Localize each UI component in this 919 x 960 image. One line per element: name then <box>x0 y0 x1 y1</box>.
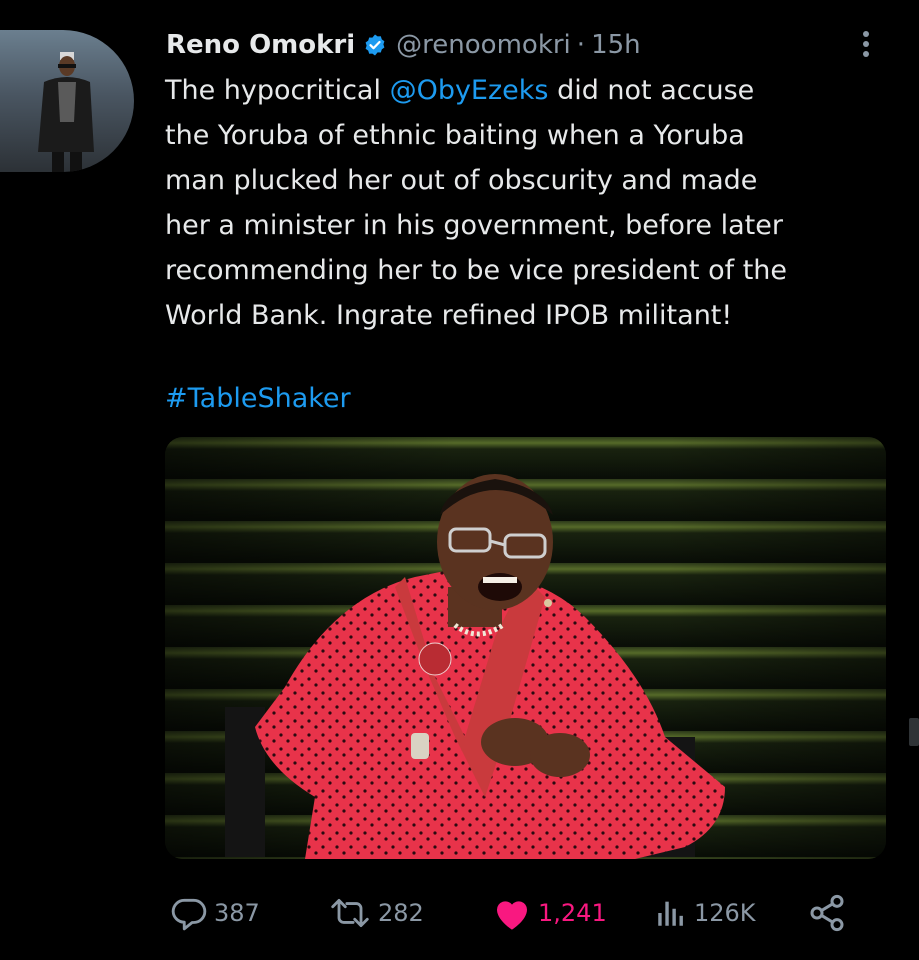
tweet-text: The hypocritical @ObyEzeks did not accus… <box>165 68 885 338</box>
tweet-text-line: World Bank. Ingrate refined IPOB militan… <box>165 300 733 331</box>
tweet-actions: 387 282 1,241 126K <box>170 890 870 936</box>
retweet-icon <box>331 899 369 927</box>
tweet-media-image[interactable] <box>165 437 886 859</box>
reply-button[interactable]: 387 <box>170 890 260 936</box>
tweet-text-line: recommending her to be vice president of… <box>165 255 788 286</box>
views-button[interactable]: 126K <box>654 890 756 936</box>
author-handle[interactable]: @renoomokri <box>396 30 571 60</box>
hashtag-link[interactable]: #TableShaker <box>165 383 351 414</box>
tweet-text-line: the Yoruba of ethnic baiting when a Yoru… <box>165 120 745 151</box>
tweet-text-line: her a minister in his government, before… <box>165 210 783 241</box>
mention-link[interactable]: @ObyEzeks <box>390 75 549 106</box>
scrollbar-thumb[interactable] <box>909 718 919 746</box>
timestamp[interactable]: 15h <box>591 30 641 60</box>
reply-icon <box>171 898 207 931</box>
media-photo-figure <box>225 474 725 859</box>
like-count: 1,241 <box>538 899 607 927</box>
share-button[interactable] <box>806 890 854 936</box>
separator: · <box>576 30 586 60</box>
more-icon[interactable] <box>854 28 878 60</box>
retweet-button[interactable]: 282 <box>328 890 424 936</box>
verified-badge-icon <box>363 33 387 57</box>
tweet-header: Reno Omokri @renoomokri · 15h <box>166 26 641 64</box>
like-button[interactable]: 1,241 <box>492 890 607 936</box>
tweet-text-line: The hypocritical @ObyEzeks did not accus… <box>165 75 755 106</box>
avatar[interactable] <box>0 30 134 172</box>
views-icon <box>658 901 683 926</box>
views-count: 126K <box>694 899 756 927</box>
heart-icon <box>497 901 527 930</box>
author-name[interactable]: Reno Omokri <box>166 30 355 60</box>
reply-count: 387 <box>214 899 260 927</box>
retweet-count: 282 <box>378 899 424 927</box>
tweet-text-line: man plucked her out of obscurity and mad… <box>165 165 758 196</box>
share-icon <box>810 894 844 932</box>
avatar-photo <box>38 52 94 172</box>
